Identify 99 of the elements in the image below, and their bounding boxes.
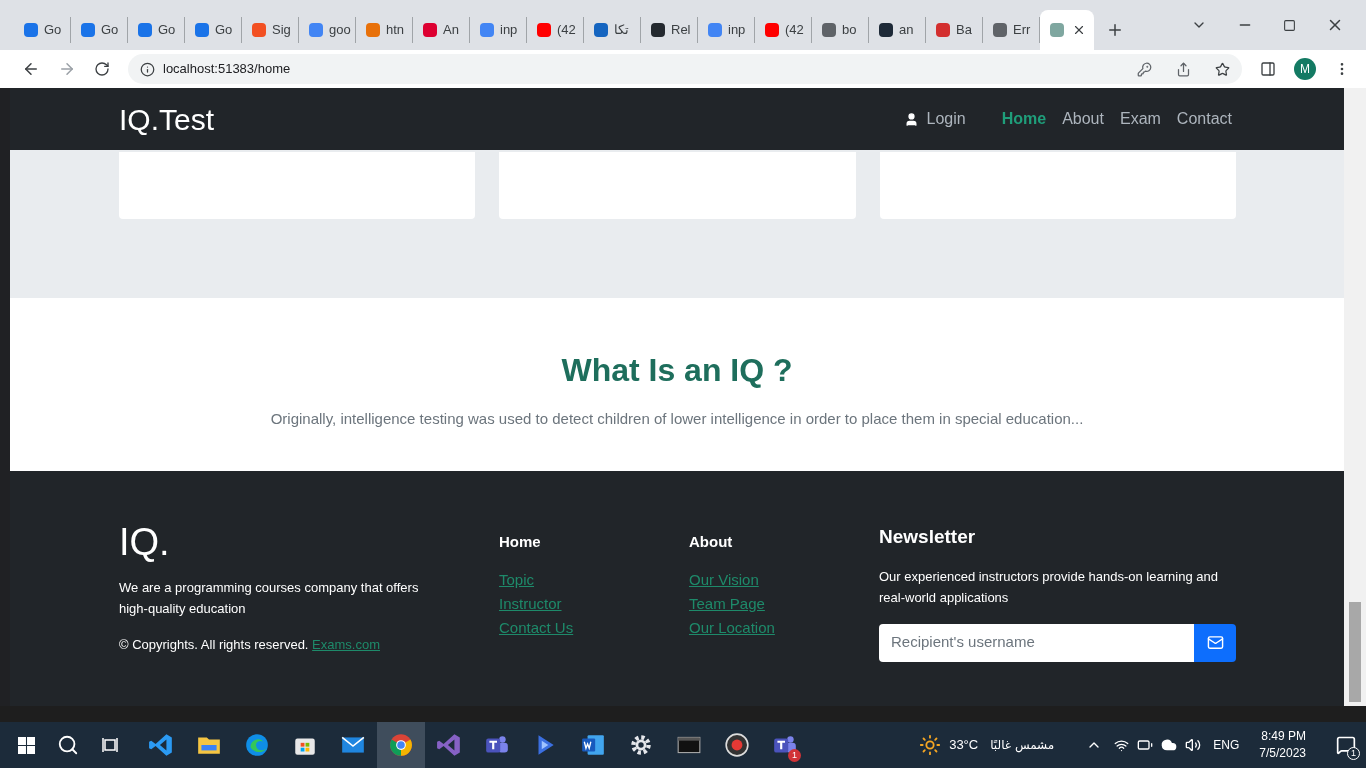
browser-icon[interactable]: [244, 732, 270, 758]
tab-title: Go: [101, 21, 119, 40]
address-bar[interactable]: localhost:51383/home: [128, 54, 1242, 84]
footer-link[interactable]: Our Location: [689, 615, 879, 640]
chrome-icon[interactable]: [388, 732, 414, 758]
tab-title: تكا: [614, 21, 629, 40]
browser-tab[interactable]: Sig: [242, 17, 299, 43]
notification-count: 1: [1347, 747, 1360, 760]
browser-tab[interactable]: Rel: [641, 17, 698, 43]
temperature-text: 33°C: [949, 736, 979, 755]
maximize-icon[interactable]: [1283, 18, 1296, 32]
username-field[interactable]: Recipient's username: [879, 623, 1194, 662]
browser-tab[interactable]: (42: [527, 17, 584, 43]
tab-title: Go: [44, 21, 62, 40]
browser-tab[interactable]: An: [413, 17, 470, 43]
battery-icon[interactable]: [1137, 737, 1154, 753]
browser-tab[interactable]: Ba: [926, 17, 983, 43]
tab-title: (42: [557, 21, 576, 40]
footer-link[interactable]: Contact Us: [499, 615, 689, 640]
browser-tab[interactable]: bo: [812, 17, 869, 43]
tab-title: an: [899, 21, 914, 40]
tab-title: Go: [158, 21, 176, 40]
weather-text: مشمس غالبًا: [990, 737, 1055, 754]
language-indicator[interactable]: ENG: [1213, 736, 1240, 754]
browser-tab[interactable]: Go: [185, 17, 242, 43]
tab-title: Err: [1013, 21, 1031, 40]
tab-title: inp: [500, 21, 518, 40]
record-icon[interactable]: [724, 732, 750, 758]
word-icon[interactable]: [580, 732, 606, 758]
browser-tab[interactable]: (42: [755, 17, 812, 43]
footer-link[interactable]: Topic: [499, 567, 689, 592]
back-icon[interactable]: [22, 60, 40, 78]
visual-studio-icon[interactable]: [436, 732, 462, 758]
notifications-button[interactable]: 1: [1326, 722, 1366, 768]
tab-title: An: [443, 21, 459, 40]
tab-title: Go: [215, 21, 233, 40]
copyright-text: © Copyrights. All rights reserved. Exams.com: [119, 636, 381, 654]
taskbar-app[interactable]: 1: [761, 722, 809, 768]
browser-tab[interactable]: inp: [698, 17, 755, 43]
browser-tab[interactable]: goo: [299, 17, 356, 43]
footer-link[interactable]: Our Vision: [689, 567, 879, 592]
code-editor-icon[interactable]: [148, 732, 174, 758]
nav-link[interactable]: Exam: [1119, 107, 1161, 131]
footer-link[interactable]: Instructor: [499, 591, 689, 616]
copyright-link[interactable]: Exams.com: [312, 637, 380, 652]
newsletter-text: Our experienced instructors provide hands-on learning and real-world applications: [879, 567, 1219, 607]
section-text: Originally, intelligence testing was used to detect children of lower intelligence in order to place them in special education...: [270, 409, 1084, 429]
footer-link[interactable]: Team Page: [689, 591, 879, 616]
tab-title: bo: [842, 21, 857, 40]
share-icon[interactable]: [1176, 61, 1191, 77]
address-text: localhost:51383/home: [163, 60, 292, 79]
tab-title: Rel: [671, 21, 691, 40]
login-link[interactable]: Login: [903, 107, 966, 131]
tab-title: goo: [329, 21, 351, 40]
browser-tab[interactable]: an: [869, 17, 926, 43]
brand-logo[interactable]: IQ.Test: [119, 96, 904, 142]
forward-icon[interactable]: [58, 60, 76, 78]
weather-icon[interactable]: [919, 734, 942, 756]
tab-title: inp: [728, 21, 746, 40]
profile-avatar[interactable]: M: [1294, 58, 1316, 80]
nav-link[interactable]: About: [1062, 107, 1104, 131]
tab-title: (42: [785, 21, 804, 40]
footer-heading: Home: [499, 532, 542, 552]
section-title: What Is an IQ ?: [561, 351, 793, 390]
search-icon[interactable]: [57, 734, 79, 756]
nav-link[interactable]: Contact: [1176, 107, 1232, 131]
cloud-icon[interactable]: [1161, 737, 1178, 753]
reload-icon[interactable]: [94, 61, 110, 77]
new-tab-icon[interactable]: [1106, 21, 1124, 39]
side-panel-icon[interactable]: [1260, 61, 1276, 77]
clock[interactable]: 8:49 PM 7/5/2023: [1259, 728, 1306, 762]
tab-title: htn: [386, 21, 405, 40]
browser-tab[interactable]: تكا: [584, 17, 641, 43]
notification-badge: 1: [788, 749, 801, 762]
subscribe-button[interactable]: [1194, 623, 1236, 662]
tab-title: Ba: [956, 21, 972, 40]
close-icon[interactable]: [1072, 23, 1086, 37]
task-view-icon[interactable]: [101, 735, 121, 755]
newsletter-title: Newsletter: [879, 525, 977, 549]
footer-description: We are a programming courses company that offers high-quality education: [119, 579, 420, 618]
volume-icon[interactable]: [1185, 737, 1202, 753]
footer-logo: IQ.: [119, 523, 171, 561]
windows-icon[interactable]: [18, 736, 35, 754]
notifications-icon: [1336, 735, 1356, 755]
browser-tab[interactable]: htn: [356, 17, 413, 43]
mail-icon: [1206, 634, 1224, 651]
key-icon[interactable]: [1137, 61, 1152, 77]
network-icon[interactable]: [1114, 737, 1130, 753]
user-icon: [903, 111, 919, 127]
browser-tab[interactable]: Go: [128, 17, 185, 43]
browser-tab[interactable]: inp: [470, 17, 527, 43]
footer-heading: About: [689, 532, 734, 552]
tab-title: Sig: [272, 21, 291, 40]
settings-icon[interactable]: [628, 732, 654, 758]
nav-link[interactable]: Home: [1001, 107, 1047, 131]
browser-tab[interactable]: Go: [71, 17, 128, 43]
browser-tab[interactable]: Go: [14, 17, 71, 43]
info-icon: [140, 61, 155, 77]
bookmark-icon[interactable]: [1215, 61, 1230, 77]
